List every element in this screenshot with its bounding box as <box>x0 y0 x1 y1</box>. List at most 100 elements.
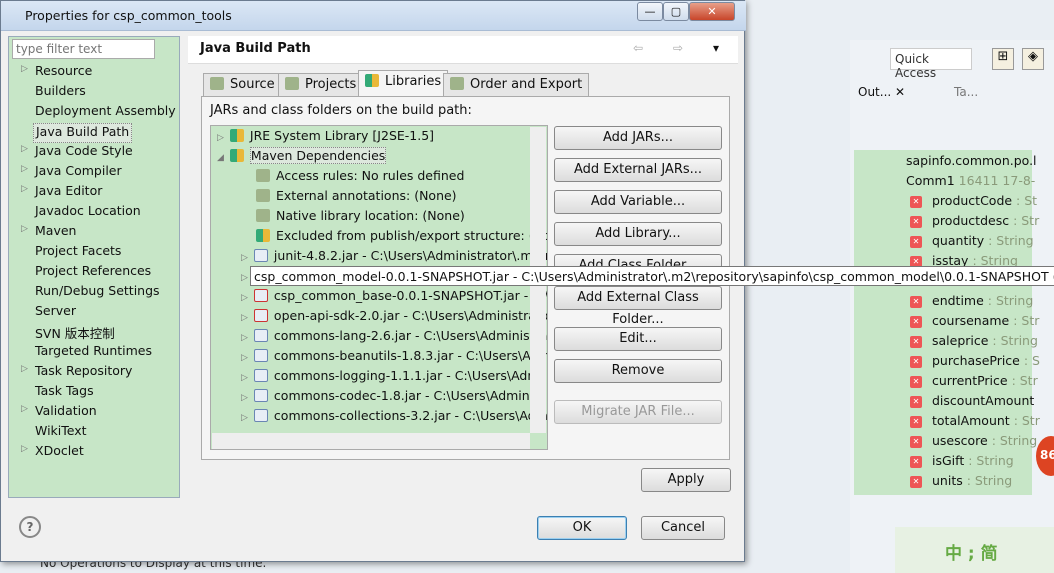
nav-item[interactable]: ▷ Java Editor <box>21 183 102 203</box>
java-ee-perspective-icon[interactable]: ◈ <box>1022 48 1044 70</box>
expand-arrow-icon[interactable]: ▷ <box>21 164 28 174</box>
expand-arrow-icon[interactable]: ▷ <box>241 313 248 323</box>
tree-item[interactable]: Excluded from publish/export structure: … <box>241 228 547 248</box>
ok-button[interactable]: OK <box>537 516 627 540</box>
filter-input[interactable] <box>12 39 155 59</box>
build-path-button[interactable]: Remove <box>554 359 722 383</box>
expand-arrow-icon[interactable]: ▷ <box>21 144 28 154</box>
expand-arrow-icon[interactable]: ▷ <box>241 413 248 423</box>
help-icon[interactable]: ? <box>19 516 41 538</box>
nav-item[interactable]: SVN 版本控制 <box>35 323 115 343</box>
expand-arrow-icon[interactable]: ▷ <box>21 404 28 414</box>
quick-access-input[interactable]: Quick Access <box>890 48 972 80</box>
outline-field[interactable]: ✕ totalAmount : Str <box>910 413 1040 433</box>
tab-outline[interactable]: Out... ✕ <box>858 85 905 99</box>
expand-arrow-icon[interactable]: ▷ <box>21 64 28 74</box>
open-perspective-icon[interactable]: ⊞ <box>992 48 1014 70</box>
nav-item[interactable]: Server <box>35 303 76 323</box>
expand-arrow-icon[interactable]: ▷ <box>241 353 248 363</box>
nav-item[interactable]: ▷ Java Code Style <box>21 143 133 163</box>
expand-arrow-icon[interactable]: ▷ <box>241 253 248 263</box>
nav-item[interactable]: Javadoc Location <box>35 203 141 223</box>
nav-item[interactable]: Task Tags <box>35 383 94 403</box>
build-path-button[interactable]: Add Variable... <box>554 190 722 214</box>
tree-item[interactable]: Native library location: (None) <box>241 208 465 228</box>
nav-item[interactable]: Project References <box>35 263 151 283</box>
maximize-button[interactable]: ▢ <box>663 2 689 21</box>
expand-arrow-icon[interactable]: ▷ <box>241 273 248 283</box>
nav-item[interactable]: ▷ Resource <box>21 63 92 83</box>
page-menu-button[interactable]: ▾ <box>713 41 719 55</box>
outline-package[interactable]: sapinfo.common.po.l <box>906 153 1037 173</box>
minimize-button[interactable]: — <box>637 2 663 21</box>
nav-item[interactable]: Deployment Assembly <box>35 103 176 123</box>
build-path-button[interactable]: Add External JARs... <box>554 158 722 182</box>
expand-arrow-icon[interactable]: ◢ <box>217 153 224 163</box>
tree-item[interactable]: ▷ open-api-sdk-2.0.jar - C:\Users\Adminis… <box>241 308 547 328</box>
close-button[interactable]: ✕ <box>689 2 735 21</box>
outline-field[interactable]: ✕ productCode : St <box>910 193 1037 213</box>
build-path-button[interactable]: Add JARs... <box>554 126 722 150</box>
build-path-button[interactable]: Migrate JAR File... <box>554 400 722 424</box>
nav-item[interactable]: Run/Debug Settings <box>35 283 160 303</box>
outline-field[interactable]: ✕ saleprice : String <box>910 333 1038 353</box>
expand-arrow-icon[interactable]: ▷ <box>241 293 248 303</box>
outline-field[interactable]: ✕ coursename : Str <box>910 313 1039 333</box>
outline-field[interactable]: ✕ quantity : String <box>910 233 1034 253</box>
tree-item[interactable]: ▷ commons-beanutils-1.8.3.jar - C:\Users\… <box>241 348 547 368</box>
nav-item[interactable]: Project Facets <box>35 243 121 263</box>
expand-arrow-icon[interactable]: ▷ <box>21 444 28 454</box>
expand-arrow-icon[interactable]: ▷ <box>21 224 28 234</box>
outline-field[interactable]: ✕ isGift : String <box>910 453 1014 473</box>
apply-button[interactable]: Apply <box>641 468 731 492</box>
tree-item[interactable]: ▷ commons-lang-2.6.jar - C:\Users\Adminis… <box>241 328 547 348</box>
build-path-tree[interactable]: ▷ JRE System Library [J2SE-1.5] ◢ Maven Dep… <box>210 125 548 450</box>
nav-item[interactable]: Java Build Path <box>33 123 133 143</box>
expand-arrow-icon[interactable]: ▷ <box>217 133 224 143</box>
expand-arrow-icon[interactable]: ▷ <box>21 364 28 374</box>
tab-order-export[interactable]: Order and Export <box>443 73 590 96</box>
build-path-button[interactable]: Add Library... <box>554 222 722 246</box>
outline-field[interactable]: ✕ units : String <box>910 473 1012 493</box>
nav-item[interactable]: ▷ XDoclet <box>21 443 84 463</box>
forward-button[interactable]: ⇨ <box>673 41 683 55</box>
cancel-button[interactable]: Cancel <box>641 516 725 540</box>
nav-item[interactable]: ▷ Maven <box>21 223 76 243</box>
nav-item[interactable]: Targeted Runtimes <box>35 343 152 363</box>
tree-item[interactable]: ▷ csp_common_base-0.0.1-SNAPSHOT.jar - C:… <box>241 288 547 308</box>
outline-field[interactable]: ✕ productdesc : Str <box>910 213 1039 233</box>
tab-source[interactable]: Source <box>203 73 282 96</box>
tree-item[interactable]: ▷ commons-collections-3.2.jar - C:\Users\… <box>241 408 547 428</box>
tree-item[interactable]: ▷ commons-codec-1.8.jar - C:\Users\Admini… <box>241 388 545 408</box>
tree-item[interactable]: ▷ JRE System Library [J2SE-1.5] <box>217 128 434 148</box>
tab-projects[interactable]: Projects <box>278 73 364 96</box>
nav-item[interactable]: ▷ Java Compiler <box>21 163 122 183</box>
expand-arrow-icon[interactable]: ▷ <box>241 393 248 403</box>
outline-tree[interactable]: sapinfo.common.po.l Comm1 16411 17-8- ✕ p… <box>854 150 1040 495</box>
expand-arrow-icon[interactable]: ▷ <box>241 373 248 383</box>
tree-item[interactable]: Access rules: No rules defined <box>241 168 464 188</box>
build-path-button[interactable]: Add External Class Folder... <box>554 286 722 327</box>
tree-item[interactable]: ◢ Maven Dependencies <box>217 147 387 168</box>
nav-item[interactable]: ▷ Task Repository <box>21 363 132 383</box>
nav-item[interactable]: WikiText <box>35 423 87 443</box>
tree-item[interactable]: ▷ commons-logging-1.1.1.jar - C:\Users\Ad… <box>241 368 543 388</box>
tree-item[interactable]: External annotations: (None) <box>241 188 457 208</box>
tree-horizontal-scrollbar[interactable] <box>212 433 530 449</box>
tree-item[interactable]: ▷ junit-4.8.2.jar - C:\Users\Administrato… <box>241 248 547 268</box>
outline-field[interactable]: ✕ discountAmount <box>910 393 1034 413</box>
build-path-button[interactable]: Edit... <box>554 327 722 351</box>
nav-item[interactable]: Builders <box>35 83 86 103</box>
nav-item[interactable]: ▷ Validation <box>21 403 97 423</box>
outline-field[interactable]: ✕ endtime : String <box>910 293 1033 313</box>
nav-item-label: Deployment Assembly <box>35 103 176 118</box>
back-button[interactable]: ⇦ <box>633 41 643 55</box>
outline-field[interactable]: ✕ purchasePrice : S <box>910 353 1040 373</box>
outline-field[interactable]: ✕ usescore : String <box>910 433 1037 453</box>
expand-arrow-icon[interactable]: ▷ <box>241 333 248 343</box>
tab-libraries[interactable]: Libraries <box>358 70 449 96</box>
expand-arrow-icon[interactable]: ▷ <box>21 184 28 194</box>
outline-field[interactable]: ✕ currentPrice : Str <box>910 373 1038 393</box>
tab-tasks[interactable]: Ta... <box>954 85 978 99</box>
outline-class[interactable]: Comm1 16411 17-8- <box>906 173 1035 193</box>
